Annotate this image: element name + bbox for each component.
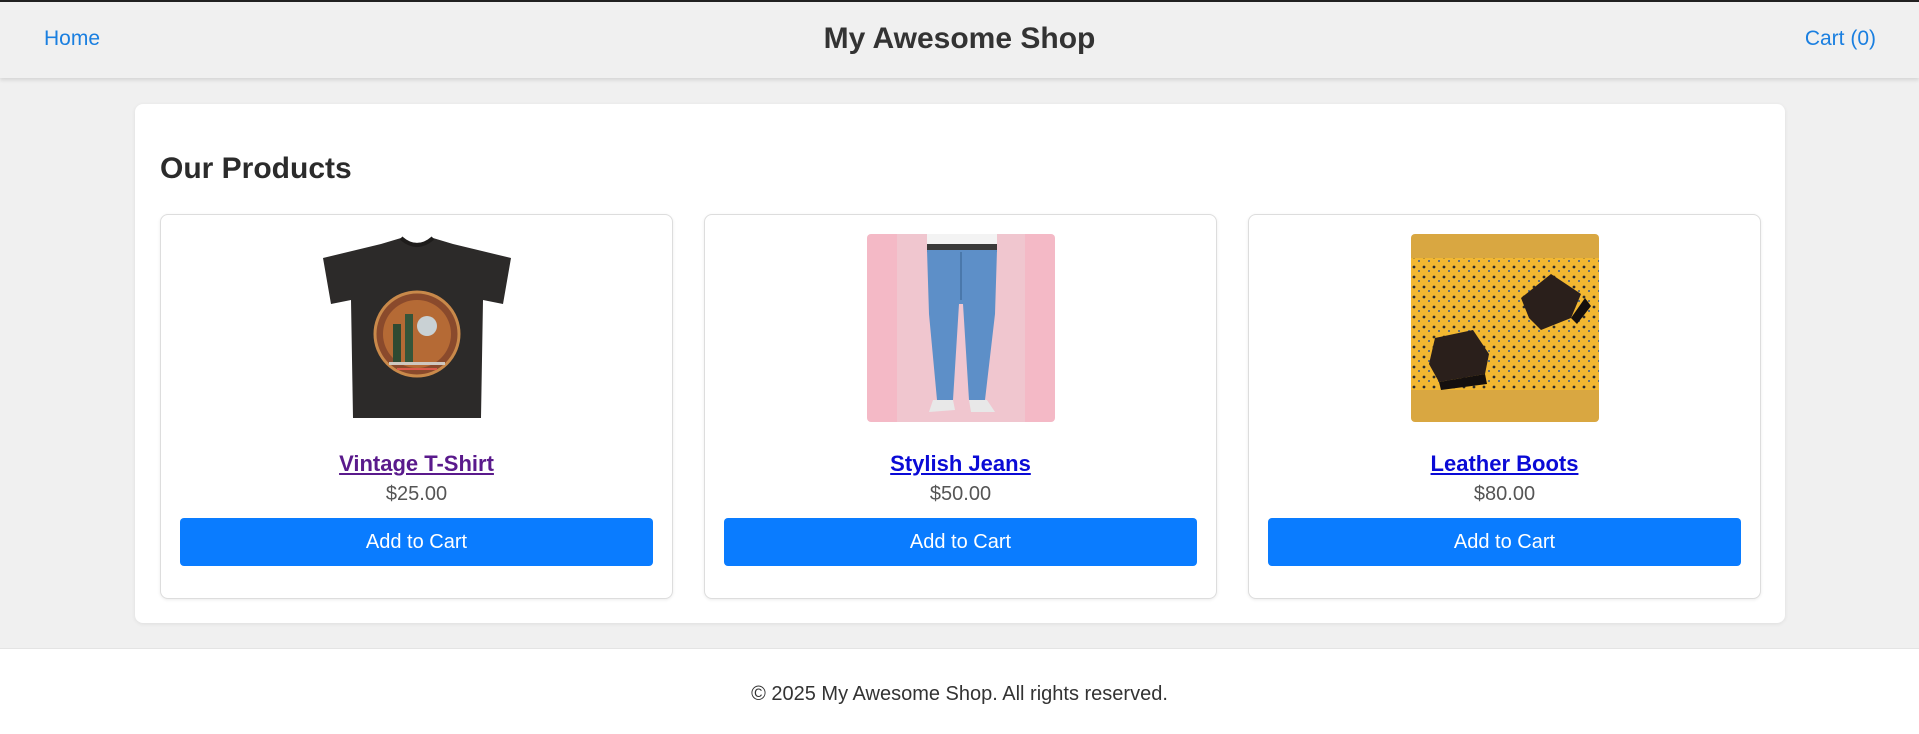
cart-link[interactable]: Cart (0): [1805, 27, 1876, 51]
product-card-stylish-jeans: Stylish Jeans $50.00 Add to Cart: [704, 214, 1217, 599]
add-to-cart-button[interactable]: Add to Cart: [180, 518, 653, 566]
add-to-cart-button[interactable]: Add to Cart: [1268, 518, 1741, 566]
copyright-text: © 2025 My Awesome Shop. All rights reser…: [751, 683, 1168, 705]
product-price: $50.00: [929, 483, 992, 505]
site-footer: © 2025 My Awesome Shop. All rights reser…: [0, 648, 1919, 734]
product-price: $25.00: [385, 483, 448, 505]
t-shirt-image[interactable]: [323, 234, 511, 422]
boots-image[interactable]: [1411, 234, 1599, 422]
product-card-vintage-t-shirt: Vintage T-Shirt $25.00 Add to Cart: [160, 214, 673, 599]
site-header: Home My Awesome Shop Cart (0): [0, 2, 1919, 78]
add-to-cart-button[interactable]: Add to Cart: [724, 518, 1197, 566]
product-name-link[interactable]: Leather Boots: [1249, 451, 1760, 477]
product-card-leather-boots: Leather Boots $80.00 Add to Cart: [1248, 214, 1761, 599]
jeans-image[interactable]: [867, 234, 1055, 422]
product-name-link[interactable]: Vintage T-Shirt: [161, 451, 672, 477]
product-price: $80.00: [1473, 483, 1536, 505]
section-title: Our Products: [160, 152, 352, 185]
product-name-link[interactable]: Stylish Jeans: [705, 451, 1216, 477]
site-title: My Awesome Shop: [823, 22, 1096, 55]
products-section: Our Products Vintage T-Shirt $25.00 Add …: [135, 104, 1785, 623]
